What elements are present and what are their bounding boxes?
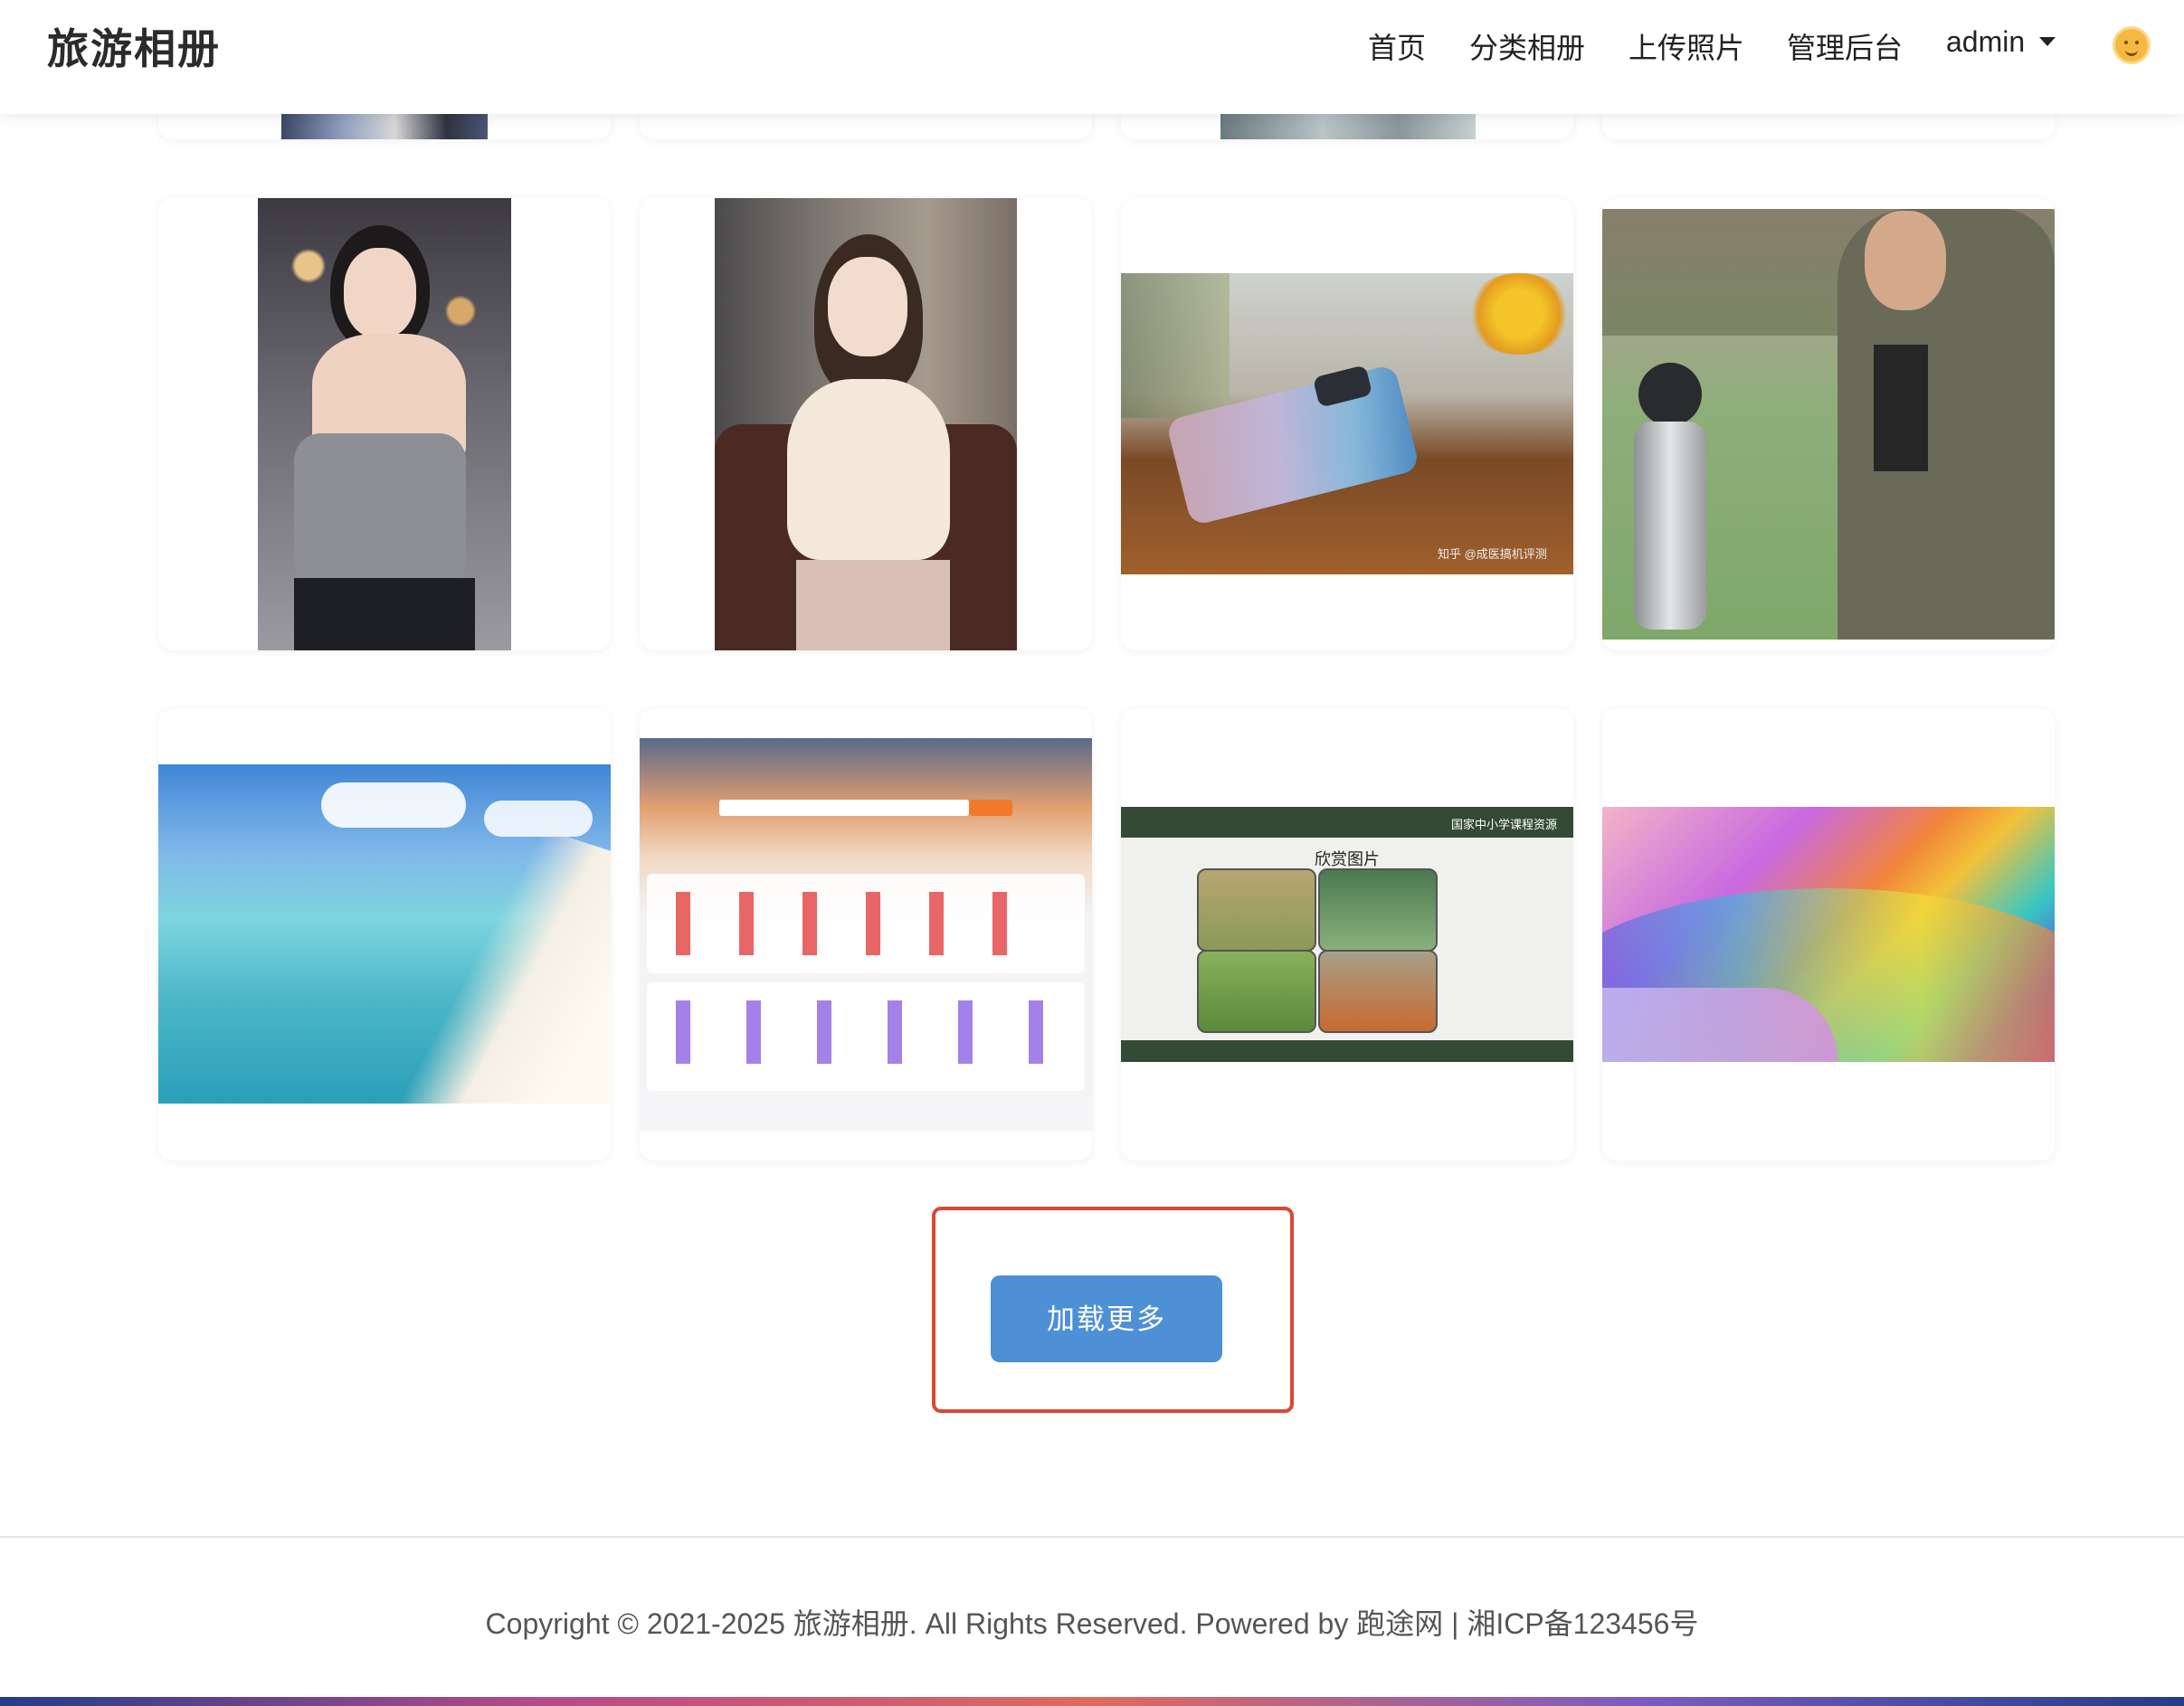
- photo-image: [1602, 807, 2055, 1062]
- photo-image: [258, 198, 511, 650]
- caret-down-icon: [2039, 36, 2056, 46]
- site-brand[interactable]: 旅游相册: [47, 16, 221, 76]
- photo-image: 知乎 @成医搞机评测: [1121, 273, 1573, 574]
- slide-title-text: 欣赏图片: [1315, 850, 1380, 868]
- load-more-button[interactable]: 加载更多: [991, 1275, 1222, 1362]
- user-name: admin: [1946, 25, 2026, 58]
- footer-divider: [0, 1536, 2184, 1538]
- photo-image: [640, 738, 1092, 1131]
- photo-card[interactable]: [640, 198, 1092, 650]
- photo-card[interactable]: [158, 198, 611, 650]
- photo-image: [158, 764, 611, 1104]
- photo-image: 国家中小学课程资源 欣赏图片: [1121, 807, 1573, 1062]
- photo-card[interactable]: [1602, 708, 2055, 1161]
- nav-admin-backend[interactable]: 管理后台: [1787, 25, 1903, 67]
- nav-home[interactable]: 首页: [1368, 25, 1426, 67]
- photo-caption: 知乎 @成医搞机评测: [1438, 547, 1547, 561]
- photo-card[interactable]: [158, 708, 611, 1161]
- photo-card[interactable]: 国家中小学课程资源 欣赏图片: [1121, 708, 1573, 1161]
- photo-card[interactable]: [640, 708, 1092, 1161]
- top-navbar: 旅游相册 首页 分类相册 上传照片 管理后台 admin: [0, 0, 2184, 114]
- photo-card[interactable]: [1602, 198, 2055, 650]
- user-menu[interactable]: admin: [1946, 25, 2056, 59]
- photo-image: [1602, 209, 2055, 640]
- slide-header-text: 国家中小学课程资源: [1450, 818, 1557, 831]
- sun-face-icon[interactable]: [2115, 29, 2148, 62]
- footer-copyright: Copyright © 2021-2025 旅游相册. All Rights R…: [485, 1607, 1699, 1640]
- nav-category-albums[interactable]: 分类相册: [1469, 25, 1585, 67]
- bottom-gradient-bar: [0, 1697, 2184, 1706]
- nav-upload-photo[interactable]: 上传照片: [1629, 25, 1744, 67]
- photo-image: [715, 198, 1017, 650]
- photo-card[interactable]: 知乎 @成医搞机评测: [1121, 198, 1573, 650]
